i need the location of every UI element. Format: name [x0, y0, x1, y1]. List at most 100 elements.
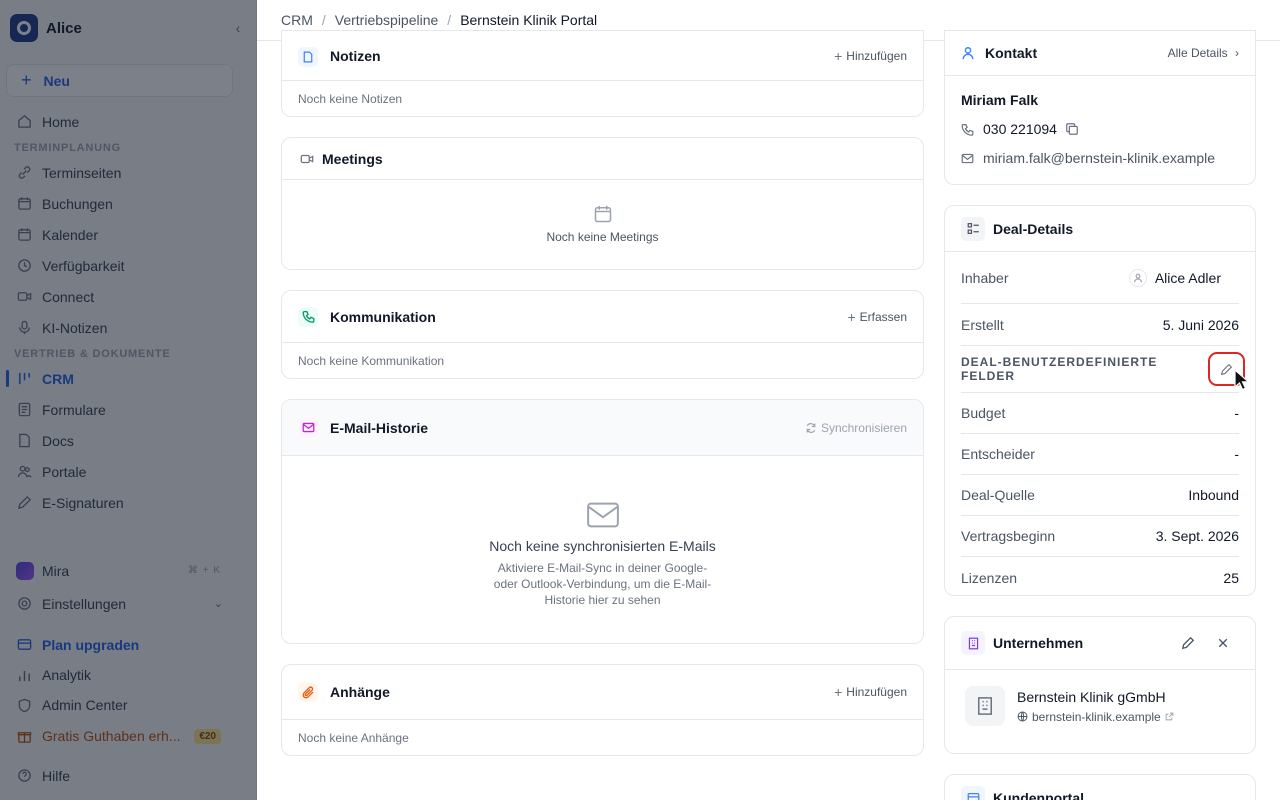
email-empty-text: Aktiviere E-Mail-Sync in deiner Google- … [493, 561, 712, 607]
contact-card: Kontakt Alle Details › Miriam Falk 030 2… [944, 30, 1256, 185]
company-logo-placeholder [965, 686, 1005, 726]
owner-label: Inhaber [961, 269, 1009, 286]
new-button-label: Neu [43, 72, 70, 89]
edit-company-pencil-icon[interactable] [1181, 636, 1195, 650]
sidebar-item-formulare[interactable]: Formulare [0, 394, 257, 425]
sidebar-item-label: KI-Notizen [42, 319, 108, 336]
mail-icon [961, 152, 974, 165]
sidebar-item-crm[interactable]: CRM [0, 363, 257, 394]
sidebar-item-terminseiten[interactable]: Terminseiten [0, 157, 257, 188]
contact-email[interactable]: miriam.falk@bernstein-klinik.example [983, 150, 1215, 166]
add-note-button[interactable]: + Hinzufügen [834, 48, 907, 64]
sidebar-item-verfuegbarkeit[interactable]: Verfügbarkeit [0, 250, 257, 281]
company-domain[interactable]: bernstein-klinik.example [1032, 710, 1161, 724]
communication-card: Kommunikation + Erfassen Noch keine Kommu… [281, 290, 924, 379]
sidebar-item-admin[interactable]: Admin Center [0, 690, 257, 720]
sidebar-item-connect[interactable]: Connect [0, 281, 257, 312]
field-value[interactable]: 25 [1223, 570, 1239, 586]
collapse-sidebar-icon[interactable]: ‹ [230, 20, 246, 36]
company-name[interactable]: Bernstein Klinik gGmbH [1017, 689, 1174, 705]
add-attachment-button[interactable]: + Hinzufügen [834, 684, 907, 700]
field-budget-row: Budget - [961, 393, 1239, 434]
field-licenses-row: Lizenzen 25 [961, 557, 1239, 595]
field-label: Entscheider [961, 446, 1035, 462]
breadcrumb-pipeline[interactable]: Vertriebspipeline [335, 12, 439, 28]
sidebar-item-upgrade[interactable]: Plan upgraden [0, 629, 257, 660]
sidebar-item-credit[interactable]: Gratis Guthaben erh... €20 [0, 720, 257, 752]
new-button[interactable]: + Neu [6, 64, 233, 97]
workspace-header[interactable]: Alice ‹ [0, 0, 256, 56]
customer-portal-title: Kundenportal [993, 790, 1084, 800]
sidebar-item-e-signaturen[interactable]: E-Signaturen [0, 487, 257, 518]
breadcrumb-separator: / [447, 12, 452, 28]
sidebar-item-buchungen[interactable]: Buchungen [0, 188, 257, 219]
field-label: Vertragsbeginn [961, 528, 1056, 544]
sidebar-item-hilfe[interactable]: Hilfe [0, 760, 257, 791]
sidebar-item-home[interactable]: Home [0, 106, 257, 137]
email-history-card: E-Mail-Historie Synchronisieren Noch kei… [281, 399, 924, 644]
portal-icon [961, 786, 985, 800]
sidebar-item-ki-notizen[interactable]: KI-Notizen [0, 312, 257, 343]
owner-value[interactable]: Alice Adler [1155, 270, 1221, 286]
deal-details-title: Deal-Details [993, 220, 1074, 237]
refresh-icon [805, 422, 817, 434]
sidebar-item-docs[interactable]: Docs [0, 425, 257, 456]
field-source-row: Deal-Quelle Inbound [961, 475, 1239, 516]
contact-title: Kontakt [985, 45, 1038, 61]
owner-avatar [1128, 268, 1147, 287]
sidebar-item-mira[interactable]: Mira ⌘ + K [0, 555, 257, 586]
sidebar-item-label: Portale [42, 463, 87, 480]
field-value[interactable]: 3. Sept. 2026 [1156, 528, 1239, 544]
sidebar-item-label: Verfügbarkeit [42, 257, 125, 274]
sidebar-item-einstellungen[interactable]: Einstellungen ⌄ [0, 588, 257, 619]
breadcrumb-crm[interactable]: CRM [281, 12, 313, 28]
notes-card: Notizen + Hinzufügen Noch keine Notizen [281, 30, 924, 117]
attachments-empty: Noch keine Anhänge [298, 731, 409, 745]
meetings-empty: Noch keine Meetings [546, 230, 659, 244]
notes-title: Notizen [330, 47, 381, 64]
plus-icon: + [847, 308, 856, 325]
sync-button[interactable]: Synchronisieren [805, 421, 907, 435]
log-communication-button[interactable]: + Erfassen [847, 309, 907, 325]
mira-avatar [16, 561, 34, 580]
field-label: Budget [961, 405, 1006, 421]
sidebar-nav: Home TERMINPLANUNG Terminseiten Buchunge… [0, 106, 257, 518]
contact-phone[interactable]: 030 221094 [983, 121, 1057, 137]
field-value[interactable]: - [1234, 446, 1239, 462]
custom-fields-header: DEAL-BENUTZERDEFINIERTE FELDER [961, 346, 1245, 393]
remove-company-close-icon[interactable] [1217, 637, 1229, 649]
user-icon [961, 46, 975, 60]
video-icon [300, 152, 314, 166]
field-contract-start-row: Vertragsbeginn 3. Sept. 2026 [961, 516, 1239, 557]
mira-shortcut: ⌘ + K [187, 565, 221, 576]
field-value[interactable]: Inbound [1188, 487, 1239, 503]
sidebar-item-label: Hilfe [42, 767, 71, 784]
phone-icon [298, 306, 318, 327]
sidebar-bottom: Mira ⌘ + K Einstellungen ⌄ Plan upgraden… [0, 555, 257, 791]
sidebar-item-label: Docs [42, 432, 74, 449]
sidebar-item-kalender[interactable]: Kalender [0, 219, 257, 250]
document-icon [16, 433, 32, 449]
workspace-logo [10, 14, 38, 42]
field-label: Lizenzen [961, 569, 1018, 586]
pen-icon [16, 495, 32, 511]
meetings-title: Meetings [322, 150, 383, 167]
help-icon [16, 768, 32, 784]
credit-badge: €20 [194, 728, 221, 744]
copy-icon[interactable] [1065, 122, 1079, 136]
note-icon [298, 46, 318, 67]
sidebar-item-label: Home [42, 113, 80, 130]
all-details-link[interactable]: Alle Details › [1168, 46, 1239, 60]
chevron-right-icon: › [1235, 46, 1239, 60]
sidebar-item-label: Admin Center [42, 697, 128, 713]
customer-portal-card: Kundenportal [944, 774, 1256, 800]
envelope-icon [586, 500, 620, 530]
sidebar-item-analytik[interactable]: Analytik [0, 660, 257, 690]
field-value[interactable]: - [1234, 405, 1239, 421]
sidebar-item-portale[interactable]: Portale [0, 456, 257, 487]
plus-icon: + [834, 47, 843, 64]
plus-icon: + [834, 684, 843, 700]
sidebar-item-label: Gratis Guthaben erh... [42, 728, 181, 744]
email-history-title: E-Mail-Historie [330, 419, 429, 436]
list-icon [961, 216, 985, 241]
